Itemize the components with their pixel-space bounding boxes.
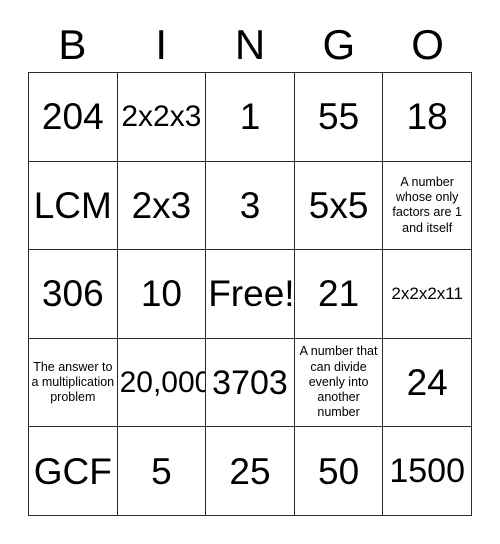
bingo-cell-g1[interactable]: 55 — [294, 73, 384, 162]
bingo-cell-i5[interactable]: 5 — [117, 427, 207, 516]
bingo-cell-label: 204 — [41, 96, 104, 138]
bingo-cell-label: 25 — [229, 450, 271, 492]
bingo-header-letter-o: O — [411, 21, 444, 68]
bingo-cell-g3[interactable]: 21 — [294, 250, 384, 339]
bingo-row: 204 2x2x3 1 55 18 — [29, 73, 472, 162]
bingo-cell-o5[interactable]: 1500 — [383, 427, 472, 516]
bingo-cell-label: The answer to a multiplication problem — [31, 359, 115, 405]
bingo-cell-label: 3703 — [212, 363, 288, 402]
bingo-cell-b1[interactable]: 204 — [29, 73, 118, 162]
bingo-cell-label: 3 — [239, 184, 261, 226]
bingo-cell-n1[interactable]: 1 — [206, 73, 295, 162]
bingo-cell-i1[interactable]: 2x2x3 — [117, 73, 207, 162]
bingo-free-space-label: Free! — [208, 273, 295, 315]
bingo-cell-o2[interactable]: A number whose only factors are 1 and it… — [383, 161, 472, 251]
bingo-cell-label: 55 — [318, 96, 360, 138]
bingo-cell-b2[interactable]: LCM — [29, 161, 118, 251]
bingo-cell-label: GCF — [33, 450, 112, 492]
bingo-cell-n5[interactable]: 25 — [206, 427, 295, 516]
bingo-cell-label: LCM — [33, 184, 112, 226]
bingo-cell-i3[interactable]: 10 — [117, 250, 207, 339]
bingo-card: B I N G O 204 2x2x3 1 55 18 LCM 2x3 3 5x… — [28, 18, 472, 516]
bingo-grid: 204 2x2x3 1 55 18 LCM 2x3 3 5x5 A number… — [28, 72, 472, 516]
bingo-cell-free-space[interactable]: Free! — [206, 250, 295, 339]
bingo-cell-label: 21 — [318, 273, 360, 315]
bingo-row: GCF 5 25 50 1500 — [29, 427, 472, 516]
bingo-cell-i2[interactable]: 2x3 — [117, 161, 207, 251]
bingo-cell-label: 50 — [318, 450, 360, 492]
bingo-cell-label: 10 — [140, 273, 182, 315]
bingo-header: B I N G O — [28, 18, 472, 72]
bingo-row: LCM 2x3 3 5x5 A number whose only factor… — [29, 161, 472, 251]
bingo-cell-label: A number that can divide evenly into ano… — [299, 344, 378, 420]
bingo-cell-o3[interactable]: 2x2x2x11 — [383, 250, 472, 339]
bingo-cell-o1[interactable]: 18 — [383, 73, 472, 162]
bingo-cell-b5[interactable]: GCF — [29, 427, 118, 516]
bingo-row: 306 10 Free! 21 2x2x2x11 — [29, 250, 472, 339]
bingo-cell-n2[interactable]: 3 — [206, 161, 295, 251]
bingo-cell-label: 1 — [239, 96, 261, 138]
bingo-cell-b3[interactable]: 306 — [29, 250, 118, 339]
bingo-header-letter-n: N — [234, 21, 266, 68]
bingo-header-letter-g: G — [322, 21, 356, 68]
bingo-cell-label: A number whose only factors are 1 and it… — [392, 174, 462, 235]
bingo-cell-g5[interactable]: 50 — [294, 427, 384, 516]
bingo-cell-n4[interactable]: 3703 — [206, 338, 295, 428]
bingo-cell-o4[interactable]: 24 — [383, 338, 472, 428]
bingo-cell-g2[interactable]: 5x5 — [294, 161, 384, 251]
bingo-cell-label: 5 — [151, 450, 172, 492]
bingo-cell-label: 1500 — [389, 452, 465, 491]
bingo-cell-label: 2x2x3 — [121, 99, 202, 133]
bingo-cell-label: 18 — [406, 96, 448, 138]
bingo-cell-b4[interactable]: The answer to a multiplication problem — [29, 338, 118, 428]
bingo-row: The answer to a multiplication problem 2… — [29, 338, 472, 428]
bingo-header-letter-i: I — [155, 21, 168, 68]
bingo-cell-label: 5x5 — [308, 184, 369, 226]
bingo-cell-label: 20,000 — [119, 365, 207, 399]
bingo-cell-label: 2x2x2x11 — [391, 284, 463, 304]
bingo-cell-label: 2x3 — [131, 184, 192, 226]
bingo-cell-label: 24 — [406, 362, 448, 404]
bingo-cell-label: 306 — [41, 273, 104, 315]
bingo-cell-g4[interactable]: A number that can divide evenly into ano… — [294, 338, 384, 428]
bingo-cell-i4[interactable]: 20,000 — [117, 338, 207, 428]
bingo-header-letter-b: B — [58, 21, 87, 68]
